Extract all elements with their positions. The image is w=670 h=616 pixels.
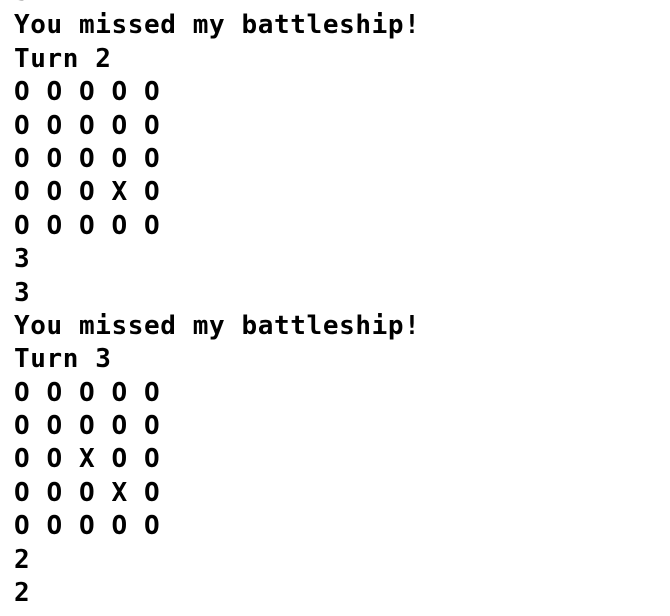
console-line-grid2-value-1: 2 (14, 544, 31, 575)
console-line-grid2-row5: O O O O O (14, 511, 161, 542)
console-line-grid2-row1: O O O O O (14, 377, 161, 408)
console-line-grid2-row2: O O O O O (14, 411, 161, 442)
console-line-grid2-row4: O O O X O (14, 477, 161, 508)
console-line-grid1-value-2: 3 (14, 277, 31, 308)
console-output: 3 You missed my battleship! Turn 2 O O O… (0, 0, 670, 616)
console-line-grid2-row3: O O X O O (14, 444, 161, 475)
console-line-turn-3: Turn 3 (14, 344, 112, 375)
console-line-grid1-row4: O O O X O (14, 177, 161, 208)
console-line-grid1-row5: O O O O O (14, 210, 161, 241)
console-line-miss-2: You missed my battleship! (14, 310, 421, 341)
console-line-list: 3 You missed my battleship! Turn 2 O O O… (0, 0, 670, 610)
console-line-grid1-row2: O O O O O (14, 110, 161, 141)
console-line-grid1-row3: O O O O O (14, 143, 161, 174)
console-line-turn-2: Turn 2 (14, 43, 112, 74)
console-line-grid2-value-2: 2 (14, 578, 31, 609)
console-line-miss-1: You missed my battleship! (14, 10, 421, 41)
console-line-clipped-top: 3 (14, 0, 670, 9)
console-line-grid1-row1: O O O O O (14, 77, 161, 108)
console-line-grid1-value-1: 3 (14, 244, 31, 275)
